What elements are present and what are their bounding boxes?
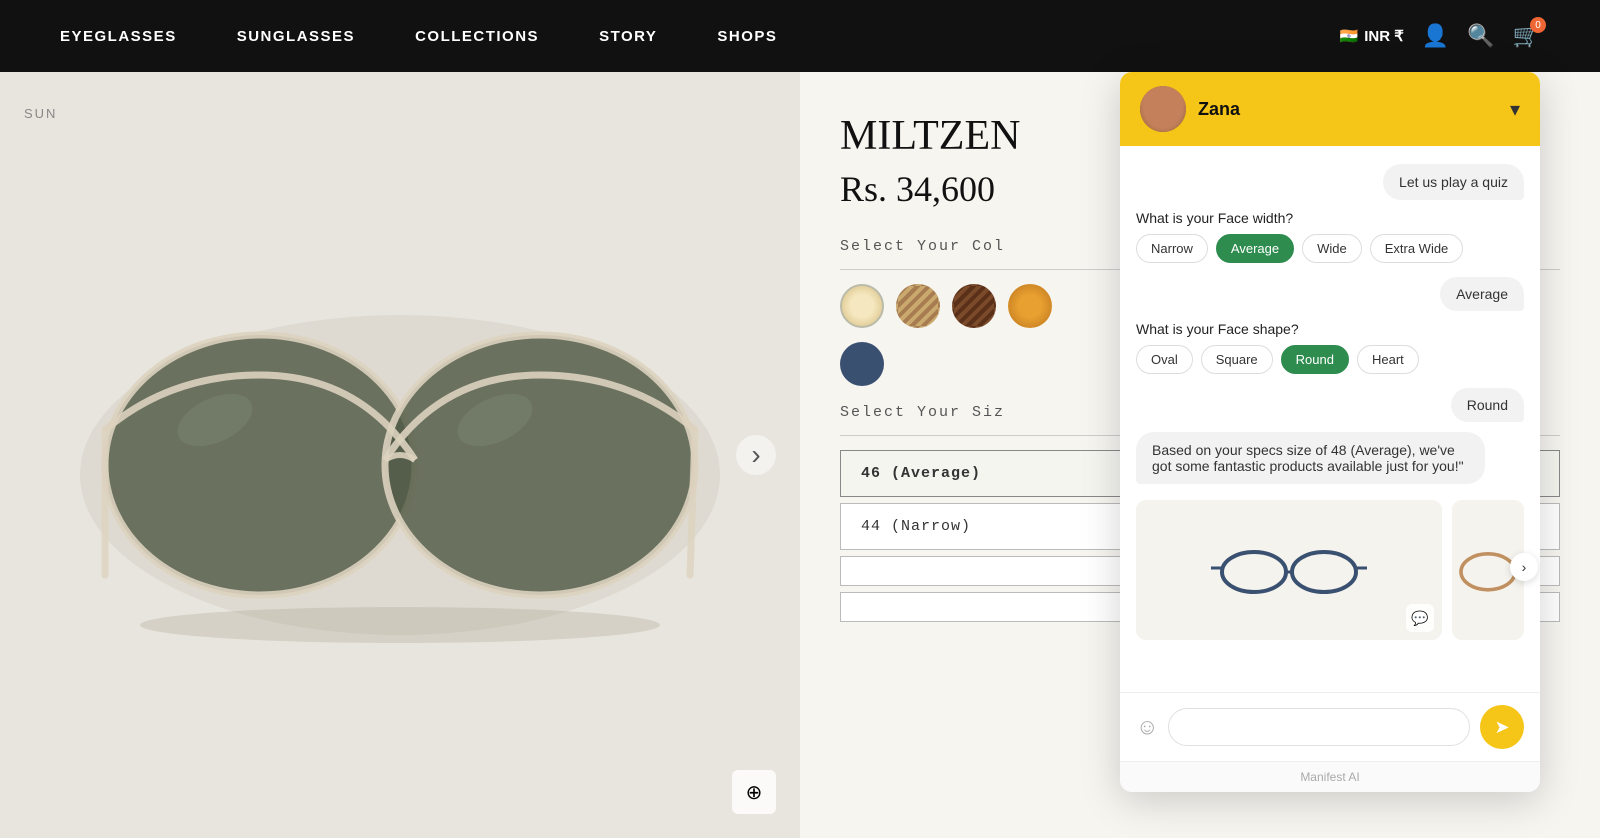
chat-collapse-button[interactable]: ▾ [1510,97,1520,122]
color-swatch-amber[interactable] [1008,284,1052,328]
option-narrow[interactable]: Narrow [1136,234,1208,263]
cart-badge: 0 [1530,17,1546,33]
main-content: SUN [0,72,1600,838]
nav-eyeglasses[interactable]: EYEGLASSES [60,28,177,45]
cart-icon[interactable]: 🛒 0 [1513,23,1540,49]
avatar-face [1140,86,1186,132]
option-oval[interactable]: Oval [1136,345,1193,374]
chat-body: Let us play a quiz What is your Face wid… [1120,146,1540,692]
chat-input-field[interactable] [1168,708,1470,746]
nav-links: EYEGLASSES SUNGLASSES COLLECTIONS STORY … [60,28,777,45]
product-cards-container: 💬 › [1136,494,1524,640]
navigation: EYEGLASSES SUNGLASSES COLLECTIONS STORY … [0,0,1600,72]
answer-round: Round [1451,388,1524,422]
glasses-card-svg-1 [1209,530,1369,610]
chat-header-left: Zana [1140,86,1240,132]
product-image-area: SUN [0,72,800,838]
option-extra-wide[interactable]: Extra Wide [1370,234,1464,263]
face-width-options: Narrow Average Wide Extra Wide [1136,234,1524,263]
agent-avatar [1140,86,1186,132]
option-heart[interactable]: Heart [1357,345,1419,374]
chat-widget: Zana ▾ Let us play a quiz What is your F… [1120,72,1540,792]
face-width-question-block: What is your Face width? Narrow Average … [1136,210,1524,267]
flag-icon: 🇮🇳 [1340,27,1359,45]
product-type-label: SUN [24,106,57,121]
chat-powered-by: Manifest AI [1300,770,1359,784]
currency-selector[interactable]: 🇮🇳 INR ₹ [1340,27,1404,45]
product-cards: 💬 [1136,500,1524,640]
color-swatch-gold-clear[interactable] [840,284,884,328]
face-width-question: What is your Face width? [1136,210,1524,226]
next-card-button[interactable]: › [1510,553,1538,581]
nav-sunglasses[interactable]: SUNGLASSES [237,28,355,45]
color-swatch-navy[interactable] [840,342,884,386]
chat-send-button[interactable]: ➤ [1480,705,1524,749]
product-card-1[interactable]: 💬 [1136,500,1442,640]
chat-input-area: ☺ ➤ [1120,692,1540,761]
chat-header: Zana ▾ [1120,72,1540,146]
color-swatch-light-wood[interactable] [896,284,940,328]
account-icon[interactable]: 👤 [1422,23,1449,49]
option-average[interactable]: Average [1216,234,1294,263]
face-shape-question: What is your Face shape? [1136,321,1524,337]
product-image [0,72,800,838]
color-swatch-dark-wood[interactable] [952,284,996,328]
nav-shops[interactable]: SHOPS [717,28,777,45]
option-wide[interactable]: Wide [1302,234,1362,263]
quiz-button-bubble[interactable]: Let us play a quiz [1383,164,1524,200]
emoji-button[interactable]: ☺ [1136,714,1158,740]
option-square[interactable]: Square [1201,345,1273,374]
answer-average: Average [1440,277,1524,311]
chat-footer: Manifest AI [1120,761,1540,792]
nav-story[interactable]: STORY [599,28,657,45]
bot-recommendation-message: Based on your specs size of 48 (Average)… [1136,432,1485,484]
agent-name: Zana [1198,99,1240,120]
zoom-button[interactable]: ⊕ [732,770,776,814]
face-shape-question-block: What is your Face shape? Oval Square Rou… [1136,321,1524,378]
sunglasses-svg [50,235,750,675]
option-round[interactable]: Round [1281,345,1349,374]
nav-icons: 🇮🇳 INR ₹ 👤 🔍 🛒 0 [1340,23,1540,49]
next-image-arrow[interactable]: › [736,435,776,475]
nav-collections[interactable]: COLLECTIONS [415,28,539,45]
currency-label: INR ₹ [1364,27,1404,45]
face-shape-options: Oval Square Round Heart [1136,345,1524,374]
search-icon[interactable]: 🔍 [1467,23,1494,49]
card-feedback-icon[interactable]: 💬 [1406,604,1434,632]
product-card-1-image [1136,500,1442,640]
